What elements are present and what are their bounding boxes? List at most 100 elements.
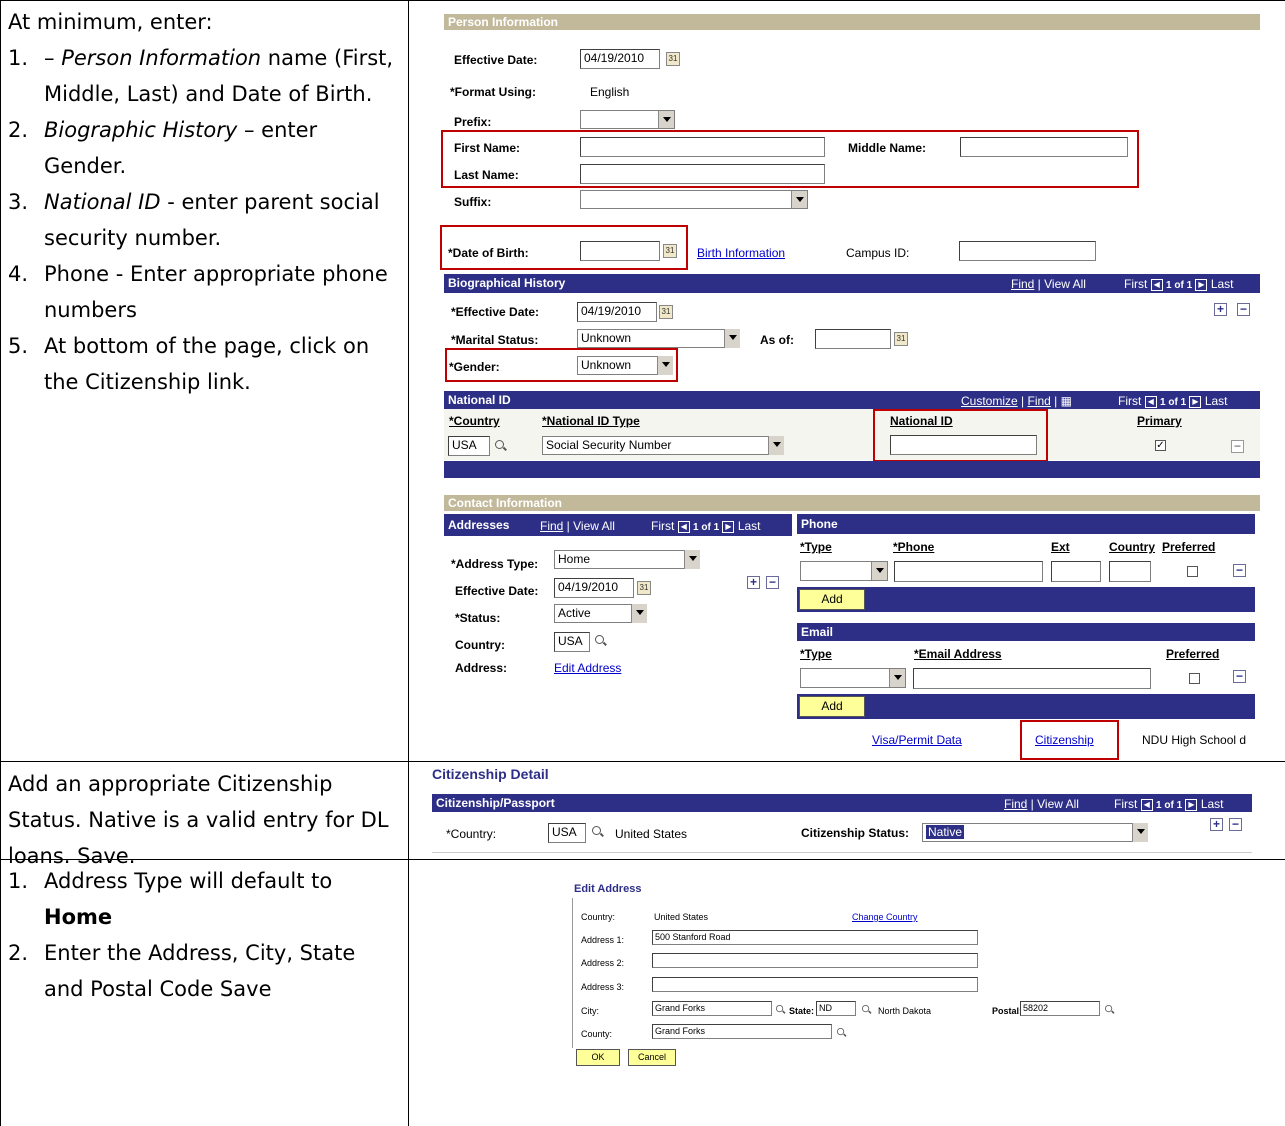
phone-preferred-checkbox[interactable]	[1187, 566, 1198, 577]
prev-arrow-icon[interactable]: ◀	[1140, 798, 1153, 811]
campus-id-input[interactable]	[959, 241, 1096, 261]
marital-select-arrow[interactable]	[724, 329, 740, 348]
ea-city-input[interactable]: Grand Forks	[652, 1001, 772, 1016]
ea-addr3-input[interactable]	[652, 977, 978, 992]
find-link[interactable]: Find	[1004, 797, 1027, 811]
prev-arrow-icon[interactable]: ◀	[1150, 278, 1163, 291]
format-value: English	[590, 85, 630, 99]
phone-col-ext[interactable]: Ext	[1051, 540, 1070, 554]
delete-row-icon[interactable]: −	[766, 576, 779, 589]
col-primary[interactable]: Primary	[1137, 414, 1182, 428]
search-icon[interactable]	[595, 635, 605, 645]
next-arrow-icon[interactable]: ▶	[1195, 278, 1208, 291]
ok-button[interactable]: OK	[576, 1049, 620, 1066]
customize-link[interactable]: Customize	[961, 394, 1018, 408]
email-col-type[interactable]: *Type	[800, 647, 832, 661]
as-of-input[interactable]	[815, 329, 891, 349]
delete-row-icon[interactable]: −	[1237, 303, 1250, 316]
view-all-link[interactable]: View All	[1037, 797, 1079, 811]
calendar-icon[interactable]: 31	[894, 332, 908, 346]
ea-state-name: North Dakota	[878, 1006, 932, 1016]
addr-eff-date-input[interactable]: 04/19/2010	[554, 578, 634, 598]
search-icon[interactable]	[592, 826, 602, 836]
natid-type-select-arrow[interactable]	[768, 436, 784, 455]
phone-input[interactable]	[894, 561, 1043, 582]
prev-arrow-icon[interactable]: ◀	[677, 520, 690, 533]
search-icon[interactable]	[495, 440, 505, 450]
citizenship-status-select[interactable]: Native	[922, 823, 1148, 842]
address-type-select[interactable]: Home	[554, 550, 700, 569]
next-arrow-icon[interactable]: ▶	[722, 520, 735, 533]
email-col-preferred[interactable]: Preferred	[1166, 647, 1219, 661]
change-country-link[interactable]: Change Country	[852, 912, 918, 922]
phone-country-input[interactable]	[1109, 561, 1151, 582]
citizenship-status-select-arrow[interactable]	[1132, 823, 1148, 842]
email-input[interactable]	[913, 668, 1151, 689]
primary-checkbox[interactable]: ✓	[1155, 440, 1166, 451]
delete-row-icon[interactable]: −	[1233, 564, 1246, 577]
delete-row-icon[interactable]: −	[1233, 670, 1246, 683]
search-icon[interactable]	[1105, 1005, 1113, 1013]
search-icon[interactable]	[837, 1028, 845, 1036]
citizenship-nav: Find | View All	[1004, 797, 1079, 811]
find-link[interactable]: Find	[1011, 277, 1034, 291]
natid-type-select[interactable]: Social Security Number	[542, 436, 784, 455]
visa-permit-link[interactable]: Visa/Permit Data	[872, 733, 962, 747]
add-row-icon[interactable]: +	[1214, 303, 1227, 316]
email-col-address[interactable]: *Email Address	[914, 647, 1002, 661]
edit-address-link[interactable]: Edit Address	[554, 661, 621, 675]
effective-date-input[interactable]: 04/19/2010	[580, 49, 660, 69]
addr-country-input[interactable]: USA	[554, 632, 590, 652]
email-type-select[interactable]	[800, 668, 906, 688]
search-icon[interactable]	[862, 1005, 870, 1013]
suffix-label: Suffix:	[454, 195, 492, 209]
calendar-icon[interactable]: 31	[637, 581, 651, 595]
bio-eff-date-input[interactable]: 04/19/2010	[577, 302, 657, 322]
calendar-icon[interactable]: 31	[659, 305, 673, 319]
cancel-button[interactable]: Cancel	[628, 1049, 676, 1066]
edit-address-title: Edit Address	[574, 883, 642, 895]
ea-county-input[interactable]: Grand Forks	[652, 1024, 832, 1039]
natid-country-input[interactable]: USA	[448, 436, 490, 456]
ea-addr2-input[interactable]	[652, 953, 978, 968]
col-national-id-type[interactable]: *National ID Type	[542, 414, 640, 428]
prefix-select[interactable]	[580, 110, 675, 129]
row3-instructions: 1. Address Type will default to Home 2. En…	[8, 863, 400, 1007]
search-icon[interactable]	[776, 1005, 784, 1013]
find-link[interactable]: Find	[1027, 394, 1050, 408]
ext-input[interactable]	[1051, 561, 1101, 582]
email-add-button[interactable]: Add	[799, 696, 865, 717]
suffix-select[interactable]	[580, 190, 808, 209]
birth-information-link[interactable]: Birth Information	[697, 246, 785, 260]
find-link[interactable]: Find	[540, 519, 563, 533]
add-row-icon[interactable]: +	[1210, 818, 1223, 831]
next-arrow-icon[interactable]: ▶	[1185, 798, 1198, 811]
email-preferred-checkbox[interactable]	[1189, 673, 1200, 684]
delete-row-icon[interactable]: −	[1229, 818, 1242, 831]
view-all-link[interactable]: View All	[1044, 277, 1086, 291]
phone-col-type[interactable]: *Type	[800, 540, 832, 554]
phone-col-country[interactable]: Country	[1109, 540, 1155, 554]
citizenship-country-input[interactable]: USA	[548, 823, 586, 843]
grid-icon[interactable]: ▦	[1061, 394, 1072, 408]
add-row-icon[interactable]: +	[747, 576, 760, 589]
address-type-select-arrow[interactable]	[684, 550, 700, 569]
ea-state-input[interactable]: ND	[816, 1001, 856, 1016]
status-select-arrow[interactable]	[631, 604, 647, 623]
col-country[interactable]: *Country	[449, 414, 500, 428]
phone-col-preferred[interactable]: Preferred	[1162, 540, 1215, 554]
school-link-text[interactable]: NDU High School d	[1142, 733, 1246, 747]
ea-addr1-input[interactable]: 500 Stanford Road	[652, 930, 978, 945]
prev-arrow-icon[interactable]: ◀	[1144, 395, 1157, 408]
calendar-icon[interactable]: 31	[666, 52, 680, 66]
marital-select[interactable]: Unknown	[577, 329, 740, 348]
next-arrow-icon[interactable]: ▶	[1189, 395, 1202, 408]
phone-type-select[interactable]	[800, 561, 888, 581]
chevron-down-icon	[768, 436, 784, 455]
ea-postal-input[interactable]: 58202	[1020, 1001, 1100, 1016]
phone-add-button[interactable]: Add	[799, 589, 865, 610]
delete-row-icon[interactable]: −	[1231, 440, 1244, 453]
phone-col-phone[interactable]: *Phone	[893, 540, 934, 554]
name-highlight	[441, 130, 1139, 188]
view-all-link[interactable]: View All	[573, 519, 615, 533]
